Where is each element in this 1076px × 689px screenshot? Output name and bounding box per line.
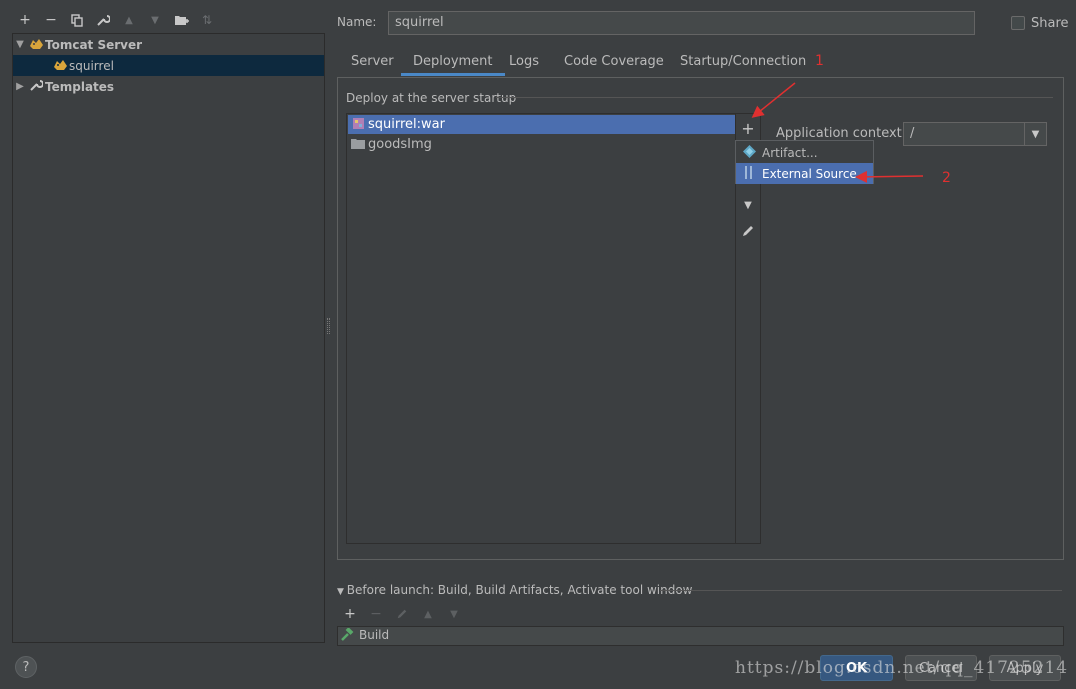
move-up-button[interactable]: ▲ [119,10,139,30]
tab-startup-connection[interactable]: Startup/Connection [680,54,806,76]
run-configurations-tree[interactable]: ▼ Tomcat Server squirrel ▶ Templates [12,33,325,643]
name-input[interactable]: squirrel [388,11,975,35]
section-divider [660,590,1062,591]
before-launch-list[interactable] [337,626,1064,646]
name-label: Name: [337,15,377,29]
annotation-marker-1: 1 [815,53,824,69]
tab-code-coverage[interactable]: Code Coverage [564,54,664,76]
list-item-goodsimg[interactable]: goodsImg [348,135,736,154]
tab-deployment[interactable]: Deployment [401,54,505,76]
new-folder-icon [174,15,189,25]
edit-task-button[interactable] [392,604,412,624]
arrow-down-icon: ▼ [450,608,458,620]
copy-icon [71,13,83,27]
move-task-up-button[interactable]: ▲ [418,604,438,624]
tree-item-tomcat-server[interactable]: ▼ Tomcat Server [13,34,324,55]
before-launch-item-build[interactable]: Build [340,628,389,642]
arrow-up-icon: ▲ [424,608,432,620]
help-button[interactable]: ? [15,656,37,678]
remove-task-button[interactable]: − [366,604,386,624]
tree-item-squirrel[interactable]: squirrel [13,55,324,76]
move-down-button[interactable]: ▼ [738,195,758,215]
annotation-arrow-1 [751,82,796,118]
share-label: Share [1031,16,1069,31]
list-item-label: goodsImg [368,137,432,152]
minus-icon: − [45,12,57,28]
plus-icon: + [19,12,31,28]
new-folder-button[interactable] [171,10,191,30]
edit-button[interactable] [738,221,758,241]
folder-icon [348,138,368,152]
wrench-icon [97,15,110,26]
tomcat-icon [51,58,69,74]
share-checkbox[interactable] [1011,16,1025,30]
expand-arrow-icon[interactable]: ▶ [13,81,27,92]
before-launch-label: Before launch: Build, Build Artifacts, A… [346,583,693,597]
sort-icon: ⇅ [201,13,213,27]
annotation-arrows [751,82,924,183]
minus-icon: − [370,606,382,622]
copy-button[interactable] [67,10,87,30]
arrow-down-icon: ▼ [744,199,752,211]
tomcat-icon [27,37,45,53]
list-item-label: squirrel:war [368,117,445,132]
tab-server[interactable]: Server [351,54,394,76]
move-down-button[interactable]: ▼ [145,10,165,30]
edit-defaults-button[interactable] [93,10,113,30]
splitter-handle[interactable] [327,318,330,334]
before-launch-title[interactable]: ▼ Before launch: Build, Build Artifacts,… [337,583,693,597]
tree-item-label: Tomcat Server [45,37,143,52]
add-button[interactable]: + [15,10,35,30]
deploy-section-title: Deploy at the server startup [346,91,517,105]
annotation-marker-2: 2 [942,170,951,186]
chevron-down-icon[interactable]: ▼ [1024,123,1046,145]
plus-icon: + [344,606,356,622]
expand-arrow-icon[interactable]: ▼ [13,39,27,50]
tree-item-label: Templates [45,79,115,94]
tree-item-label: squirrel [69,58,114,73]
watermark: https://blog.csdn.net/qq_41725214 [735,658,1069,678]
move-task-down-button[interactable]: ▼ [444,604,464,624]
tree-item-templates[interactable]: ▶ Templates [13,76,324,97]
wrench-icon [27,78,45,95]
annotation-arrow-2 [855,170,924,183]
arrow-up-icon: ▲ [125,14,133,26]
list-item-squirrel-war[interactable]: squirrel:war [348,115,736,134]
pencil-icon [397,609,407,619]
collapse-arrow-icon: ▼ [337,587,347,597]
pencil-icon [743,226,753,236]
add-task-button[interactable]: + [340,604,360,624]
artifact-icon [348,117,368,133]
tab-logs[interactable]: Logs [509,54,539,76]
deployment-list[interactable]: squirrel:war goodsImg [346,113,761,544]
sort-button[interactable]: ⇅ [197,10,217,30]
before-launch-item-label: Build [359,628,390,642]
hammer-icon [341,628,354,641]
arrow-down-icon: ▼ [151,14,159,26]
remove-button[interactable]: − [41,10,61,30]
